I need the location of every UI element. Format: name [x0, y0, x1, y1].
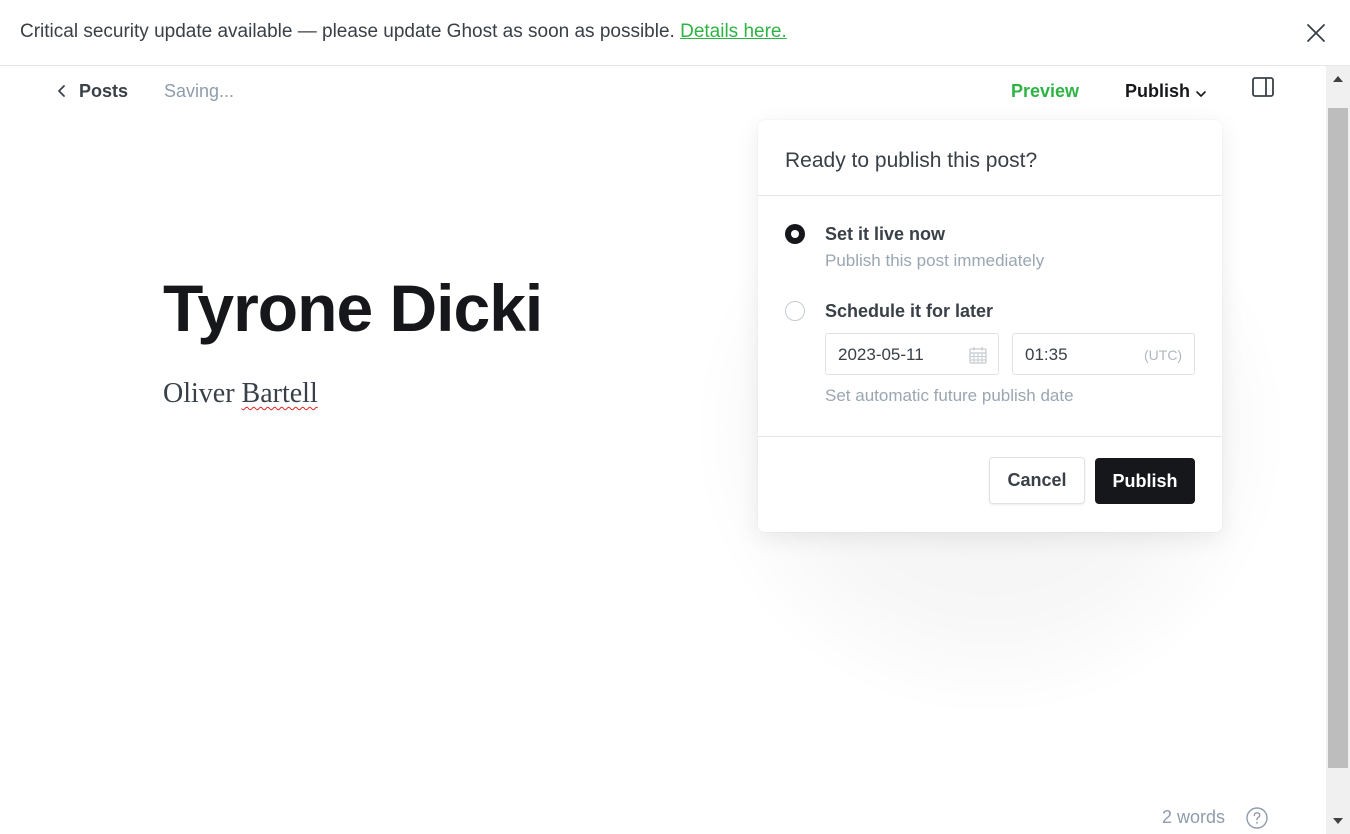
chevron-down-icon [1196, 90, 1206, 97]
popover-header: Ready to publish this post? [758, 120, 1222, 196]
back-label: Posts [79, 80, 129, 101]
vertical-scrollbar[interactable] [1326, 66, 1350, 834]
option-description: Publish this post immediately [825, 251, 1045, 270]
publish-button[interactable]: Publish [1095, 458, 1195, 504]
publish-popover: Ready to publish this post? Set it live … [758, 120, 1222, 532]
post-title[interactable]: Tyrone Dicki [163, 270, 543, 346]
sidebar-toggle-icon[interactable] [1252, 77, 1274, 97]
publish-date-input[interactable]: 2023-05-11 [825, 333, 999, 375]
option-label: Schedule it for later [825, 301, 994, 321]
option-schedule-later[interactable]: Schedule it for later [785, 301, 1185, 327]
scroll-up-arrow-icon[interactable] [1326, 66, 1350, 92]
schedule-description: Set automatic future publish date [825, 386, 1074, 405]
back-to-posts-link[interactable]: Posts [55, 79, 128, 103]
radio-selected[interactable] [785, 224, 805, 244]
banner-message: Critical security update available — ple… [20, 21, 675, 42]
publish-menu-label: Publish [1125, 81, 1191, 101]
option-label: Set it live now [825, 224, 946, 244]
chevron-left-icon [58, 85, 65, 97]
time-value: 01:35 [1025, 345, 1068, 364]
security-banner: Critical security update available — ple… [0, 0, 1350, 66]
calendar-icon[interactable] [969, 346, 987, 364]
popover-divider [758, 436, 1222, 437]
misspelled-word: Bartell [241, 378, 318, 409]
word-count: 2 words [1162, 807, 1226, 827]
timezone-label: (UTC) [1144, 347, 1183, 363]
banner-details-link[interactable]: Details here. [680, 21, 787, 42]
scroll-down-arrow-icon[interactable] [1326, 808, 1350, 834]
post-body[interactable]: Oliver Bartell [163, 378, 318, 410]
popover-title: Ready to publish this post? [785, 149, 1038, 172]
help-circle-icon[interactable] [1246, 807, 1268, 829]
preview-button[interactable]: Preview [1011, 81, 1079, 102]
post-body-text: Oliver [163, 378, 242, 409]
cancel-button[interactable]: Cancel [989, 457, 1085, 504]
radio-unselected[interactable] [785, 301, 805, 321]
publish-menu-button[interactable]: Publish [1125, 81, 1207, 102]
scrollbar-thumb[interactable] [1328, 108, 1348, 768]
banner-text: Critical security update available — ple… [20, 21, 787, 43]
date-value: 2023-05-11 [838, 345, 924, 364]
publish-time-input[interactable]: 01:35 (UTC) [1012, 333, 1195, 375]
save-status: Saving... [164, 81, 235, 101]
option-publish-now[interactable]: Set it live now Publish this post immedi… [785, 224, 1185, 274]
close-icon[interactable] [1305, 22, 1327, 44]
